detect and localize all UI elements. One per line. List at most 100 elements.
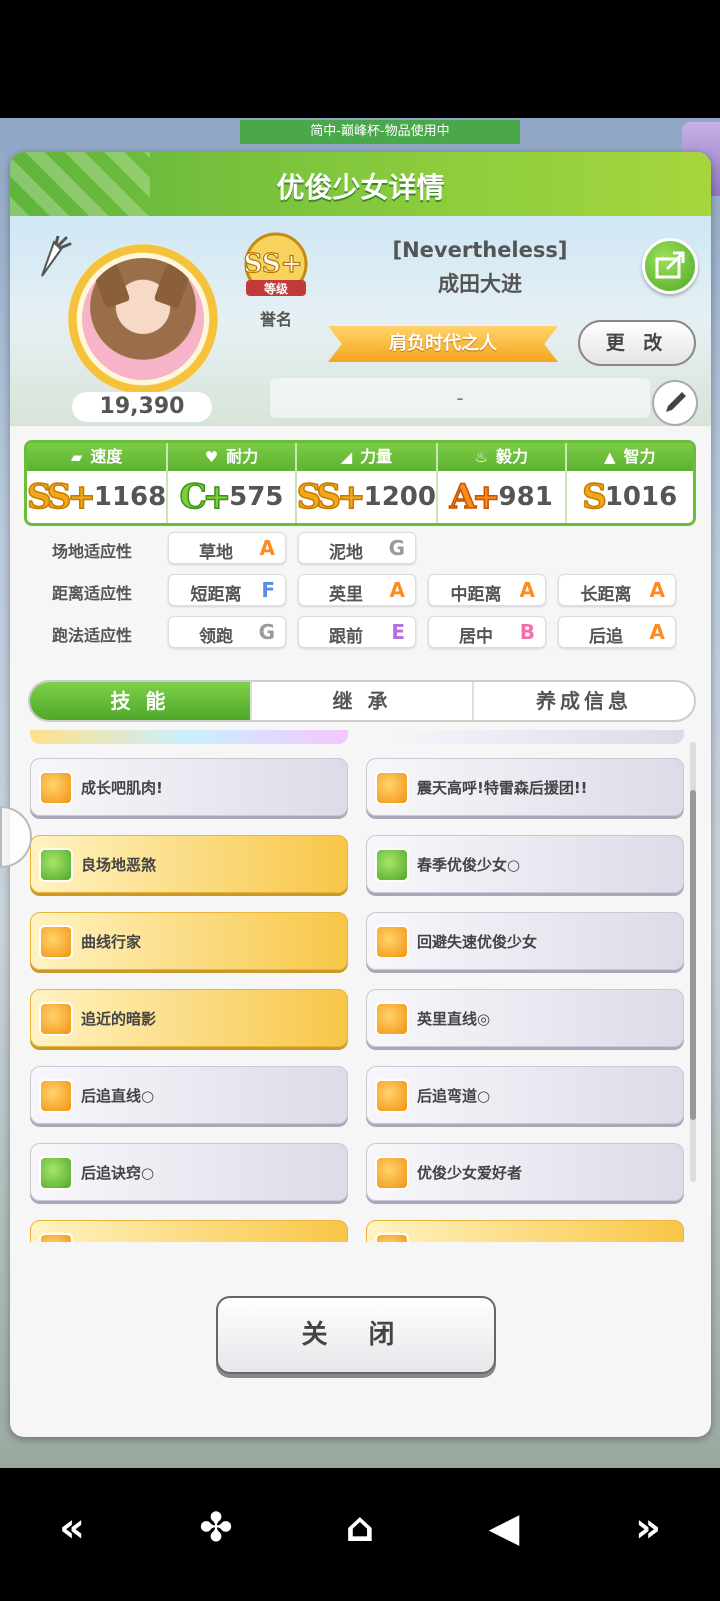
edit-memo-button[interactable] xyxy=(652,380,698,426)
skill-name: 强攻策略 xyxy=(81,1239,141,1242)
apps-icon[interactable]: ✤ xyxy=(186,1498,246,1558)
skill-icon xyxy=(39,1156,73,1190)
stat-label: 智力 xyxy=(623,447,656,466)
skill-card[interactable]: 春季优俊少女○ xyxy=(366,835,684,893)
skill-card[interactable]: 追近的暗影 xyxy=(30,989,348,1047)
stat-speed: ▰ 速度 SS+ 1168 xyxy=(27,443,169,523)
character-name: 成田大进 xyxy=(438,272,522,296)
skill-name: 优俊少女爱好者 xyxy=(417,1164,523,1182)
skill-card[interactable]: 英里直线◎ xyxy=(366,989,684,1047)
skill-name: 春季优俊少女○ xyxy=(417,856,521,874)
aptitude-grade: F xyxy=(261,578,275,602)
double-back-icon[interactable]: « xyxy=(42,1498,102,1558)
stat-grade: A+ xyxy=(449,476,501,518)
aptitude-cell: 跟前 E xyxy=(298,616,416,648)
stat-label: 耐力 xyxy=(226,447,259,466)
close-button[interactable]: 关 闭 xyxy=(216,1296,496,1374)
stat-grade: S xyxy=(582,476,608,518)
aptitude-grade: A xyxy=(519,578,535,602)
skill-icon xyxy=(375,771,409,805)
skill-card[interactable]: 后追直线○ xyxy=(30,1066,348,1124)
skill-name: 回避失速优俊少女 xyxy=(417,933,538,951)
stat-label: 力量 xyxy=(360,447,393,466)
skill-name: 英里直线◎ xyxy=(417,1010,491,1028)
skill-name: 启明星 xyxy=(417,1239,462,1242)
aptitude-cell: 草地 A xyxy=(168,532,286,564)
change-title-button[interactable]: 更 改 xyxy=(578,320,696,366)
aptitude-label: 场地适应性 xyxy=(52,542,133,561)
stat-value: 981 xyxy=(498,482,553,512)
skill-icon xyxy=(39,848,73,882)
character-epithet: [Nevertheless] xyxy=(392,238,568,262)
skill-card[interactable]: 良场地恶煞 xyxy=(30,835,348,893)
character-portrait[interactable] xyxy=(82,258,204,380)
skills-scrollbar-thumb[interactable] xyxy=(690,790,696,1120)
skill-name: 震天高呼!特雷森后援团!! xyxy=(417,779,588,797)
tab-training-info[interactable]: 养成信息 xyxy=(474,682,694,720)
skill-card[interactable]: 曲线行家 xyxy=(30,912,348,970)
status-banner: 简中-巅峰杯-物品使用中 xyxy=(240,120,520,144)
skill-name: 后追弯道○ xyxy=(417,1087,491,1105)
skill-icon xyxy=(375,1156,409,1190)
screen: 简中-巅峰杯-物品使用中 优俊少女详情 19,390 SS+ 等级 誉名 [Ne… xyxy=(0,0,720,1601)
heart-icon: ♥ xyxy=(204,448,219,466)
stat-grade: C+ xyxy=(179,476,232,518)
carrot-icon xyxy=(41,236,72,277)
skill-name: 良场地恶煞 xyxy=(81,856,157,874)
double-forward-icon[interactable]: » xyxy=(618,1498,678,1558)
skill-name: 追近的暗影 xyxy=(81,1010,157,1028)
skill-icon xyxy=(375,848,409,882)
stat-value: 1168 xyxy=(93,482,167,512)
tab-skills[interactable]: 技 能 xyxy=(30,682,252,720)
profile-section: 19,390 SS+ 等级 誉名 [Nevertheless] 成田大进 肩负时… xyxy=(10,216,711,426)
aptitude-cell: 短距离 F xyxy=(168,574,286,606)
stats-table: ▰ 速度 SS+ 1168 ♥ 耐力 C+ 575 ◢ 力量 SS+ 1200 ♨ 毅力 A+… xyxy=(24,440,696,526)
aptitude-section: 场地适应性 草地 A 泥地 G 距离适应性 短距离 F 英里 A 中距离 A 长距离 A 跑… xyxy=(24,532,696,654)
skill-icon xyxy=(39,1233,73,1242)
flame-icon: ♨ xyxy=(474,448,488,466)
title-ribbon: 肩负时代之人 xyxy=(328,326,558,362)
back-icon[interactable]: ◀ xyxy=(474,1498,534,1558)
aptitude-grade: E xyxy=(391,620,405,644)
stat-grade: SS+ xyxy=(27,476,97,518)
aptitude-grade: A xyxy=(389,578,405,602)
skill-name: 成长吧肌肉! xyxy=(81,779,163,797)
skill-card[interactable]: 后追弯道○ xyxy=(366,1066,684,1124)
stat-value: 1200 xyxy=(363,482,436,512)
skill-icon xyxy=(375,925,409,959)
aptitude-cell: 居中 B xyxy=(428,616,546,648)
evaluation-score: 19,390 xyxy=(72,392,212,422)
skill-name: 曲线行家 xyxy=(81,933,142,951)
aptitude-cell: 领跑 G xyxy=(168,616,286,648)
skills-list[interactable]: 成长吧肌肉! 震天高呼!特雷森后援团!! 良场地恶煞 春季优俊少女○ 曲线行家 回避失速优… xyxy=(24,730,696,1242)
aptitude-cell: 后追 A xyxy=(558,616,676,648)
aptitude-grade: A xyxy=(649,578,665,602)
skill-name: 后追诀窍○ xyxy=(81,1164,155,1182)
stat-guts: ♨ 毅力 A+ 981 xyxy=(437,443,567,523)
stat-grade: SS+ xyxy=(296,476,366,518)
skill-card[interactable]: 优俊少女爱好者 xyxy=(366,1143,684,1201)
tab-inheritance[interactable]: 继 承 xyxy=(252,682,474,720)
stat-label: 速度 xyxy=(90,447,123,466)
aptitude-label: 跑法适应性 xyxy=(52,626,133,645)
partial-skill-card xyxy=(30,730,348,744)
stat-wisdom: ▲ 智力 S 1016 xyxy=(566,443,693,523)
share-button[interactable] xyxy=(642,238,698,294)
aptitude-cell: 泥地 G xyxy=(298,532,416,564)
skill-card[interactable]: 成长吧肌肉! xyxy=(30,758,348,816)
skill-card[interactable]: 后追诀窍○ xyxy=(30,1143,348,1201)
skill-icon xyxy=(39,925,73,959)
skill-card[interactable]: 强攻策略 xyxy=(30,1220,348,1242)
rank-badge-grade: SS+ xyxy=(244,249,303,279)
graduation-cap-icon: ▲ xyxy=(603,448,616,466)
skill-card[interactable]: 启明星 xyxy=(366,1220,684,1242)
stat-value: 1016 xyxy=(604,482,678,512)
aptitude-cell: 长距离 A xyxy=(558,574,676,606)
aptitude-grade: G xyxy=(258,620,275,644)
aptitude-grade: A xyxy=(259,536,275,560)
rank-badge-icon: SS+ 等级 xyxy=(243,232,308,296)
system-nav-bar: « ✤ ⌂ ◀ » xyxy=(0,1470,720,1601)
home-icon[interactable]: ⌂ xyxy=(330,1498,390,1558)
skill-card[interactable]: 回避失速优俊少女 xyxy=(366,912,684,970)
skill-card[interactable]: 震天高呼!特雷森后援团!! xyxy=(366,758,684,816)
